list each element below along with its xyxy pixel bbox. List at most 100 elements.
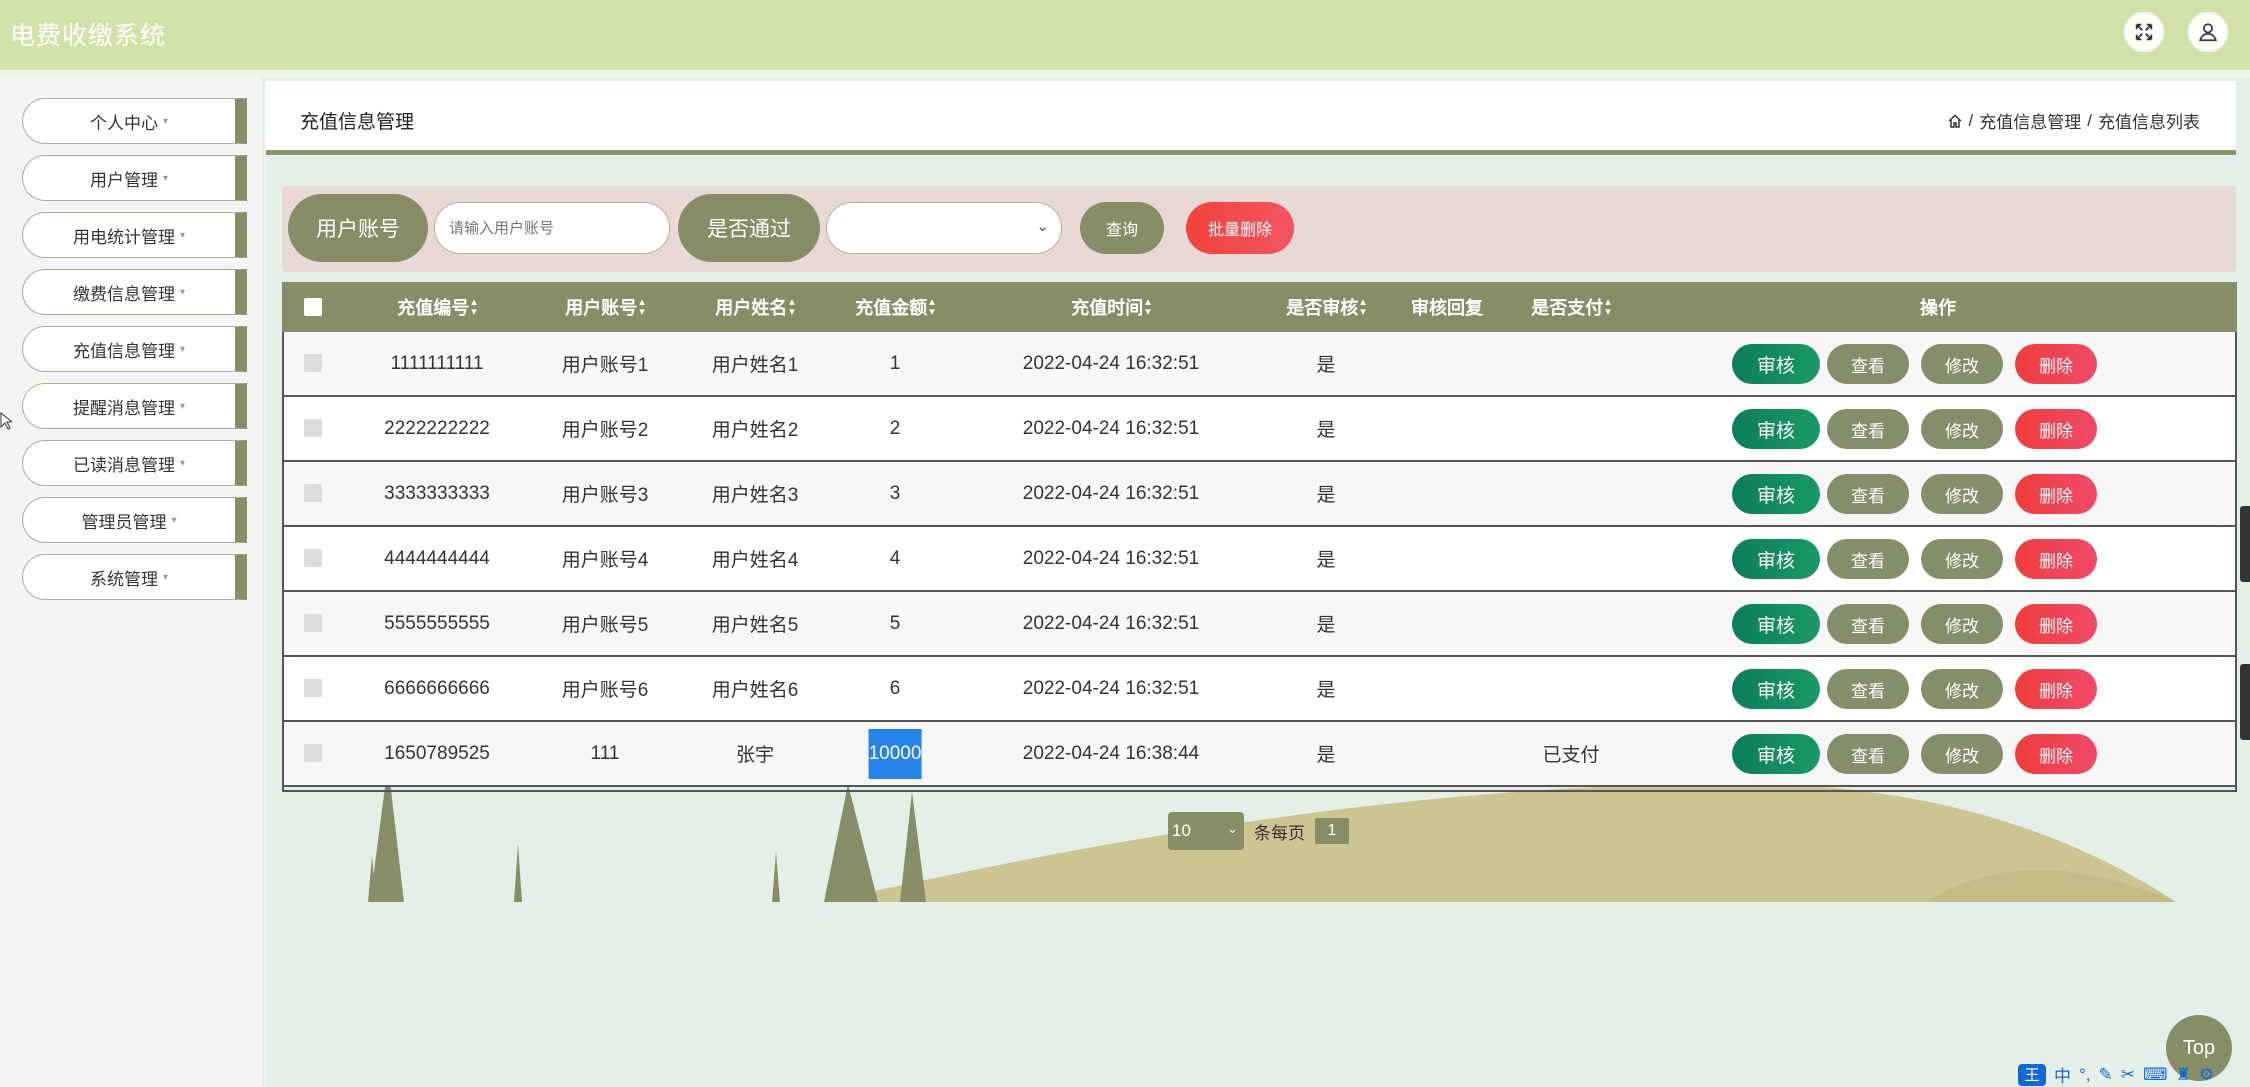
- sidebar-item-system-management[interactable]: 系统管理 ▾: [22, 554, 247, 600]
- page-size-select[interactable]: 10 ⌄: [1168, 812, 1244, 850]
- view-button[interactable]: 查看: [1827, 734, 1909, 774]
- audit-button[interactable]: 审核: [1732, 539, 1820, 579]
- sidebar-item-electricity-stats[interactable]: 用电统计管理 ▾: [22, 212, 247, 258]
- sort-icon[interactable]: ▴ ▾: [929, 297, 935, 318]
- delete-button[interactable]: 删除: [2015, 539, 2097, 579]
- main-content: 充值信息管理 / 充值信息管理 / 充值信息列表 用户账号 是否通过 ⌄ 查询 …: [266, 78, 2250, 1087]
- cell-amount: 6: [889, 677, 901, 699]
- cell-audited: 是: [1316, 420, 1336, 441]
- breadcrumb: / 充值信息管理 / 充值信息列表: [1947, 108, 2200, 133]
- edit-button[interactable]: 修改: [1921, 344, 2003, 384]
- row-checkbox[interactable]: [304, 744, 322, 762]
- sidebar-item-admin-management[interactable]: 管理员管理 ▾: [22, 497, 247, 543]
- view-button[interactable]: 查看: [1827, 344, 1909, 384]
- row-checkbox[interactable]: [304, 484, 322, 502]
- sidebar-item-label: 缴费信息管理: [72, 284, 175, 304]
- sidebar-item-label: 管理员管理: [81, 512, 167, 532]
- sort-icon[interactable]: ▴ ▾: [639, 297, 645, 318]
- audit-button[interactable]: 审核: [1732, 344, 1820, 384]
- row-checkbox[interactable]: [304, 614, 322, 632]
- expand-icon[interactable]: [2124, 12, 2164, 52]
- row-checkbox[interactable]: [304, 549, 322, 567]
- cell-audited: 是: [1316, 680, 1336, 701]
- query-button[interactable]: 查询: [1080, 202, 1164, 254]
- keyboard-icon[interactable]: ⌨: [2143, 1065, 2168, 1085]
- chevron-down-icon: ⌄: [1227, 821, 1238, 836]
- cell-account: 用户账号4: [561, 550, 649, 571]
- column-header-recharge-id[interactable]: 充值编号 ▴ ▾: [397, 282, 477, 332]
- ime-mode-toggle[interactable]: 中: [2054, 1062, 2071, 1087]
- home-icon[interactable]: [1947, 113, 1963, 129]
- edit-button[interactable]: 修改: [1921, 734, 2003, 774]
- scissors-icon[interactable]: ✂: [2121, 1065, 2135, 1085]
- table-header: 充值编号 ▴ ▾ 用户账号 ▴ ▾ 用户姓名 ▴ ▾ 充值金额 ▴ ▾ 充值时间 ▴ ▾ 是否审核 ▴…: [282, 282, 2237, 332]
- sidebar-item-label: 用户管理: [89, 170, 158, 190]
- sidebar-item-label: 已读消息管理: [72, 455, 175, 475]
- edit-button[interactable]: 修改: [1921, 409, 2003, 449]
- row-checkbox[interactable]: [304, 679, 322, 697]
- pen-icon[interactable]: ✎: [2099, 1065, 2113, 1085]
- sidebar-item-reminder-messages[interactable]: 提醒消息管理 ▾: [22, 383, 247, 429]
- cell-time: 2022-04-24 16:32:51: [1022, 677, 1200, 699]
- delete-button[interactable]: 删除: [2015, 669, 2097, 709]
- delete-button[interactable]: 删除: [2015, 409, 2097, 449]
- table-row: 5555555555 用户账号5 用户姓名5 5 2022-04-24 16:32:51…: [282, 592, 2237, 657]
- sort-icon[interactable]: ▴ ▾: [789, 297, 795, 318]
- cell-amount: 4: [889, 547, 901, 569]
- column-header-name[interactable]: 用户姓名 ▴ ▾: [715, 282, 795, 332]
- gear-icon[interactable]: ⚙: [2199, 1065, 2214, 1085]
- page-number-current[interactable]: 1: [1315, 818, 1349, 844]
- view-button[interactable]: 查看: [1827, 474, 1909, 514]
- sort-icon[interactable]: ▴ ▾: [471, 297, 477, 318]
- breadcrumb-item[interactable]: 充值信息管理: [1979, 108, 2081, 133]
- scrollbar-thumb[interactable]: [2240, 506, 2250, 582]
- view-button[interactable]: 查看: [1827, 604, 1909, 644]
- view-button[interactable]: 查看: [1827, 409, 1909, 449]
- sort-icon[interactable]: ▴ ▾: [1605, 297, 1611, 318]
- cell-name: 用户姓名5: [711, 615, 799, 636]
- audit-button[interactable]: 审核: [1732, 474, 1820, 514]
- chevron-down-icon: ▾: [179, 343, 186, 355]
- delete-button[interactable]: 删除: [2015, 604, 2097, 644]
- edit-button[interactable]: 修改: [1921, 604, 2003, 644]
- column-header-audited[interactable]: 是否审核 ▴ ▾: [1286, 282, 1366, 332]
- column-header-time[interactable]: 充值时间 ▴ ▾: [1071, 282, 1151, 332]
- delete-button[interactable]: 删除: [2015, 734, 2097, 774]
- sidebar-item-read-messages[interactable]: 已读消息管理 ▾: [22, 440, 247, 486]
- edit-button[interactable]: 修改: [1921, 474, 2003, 514]
- audit-button[interactable]: 审核: [1732, 734, 1820, 774]
- bulk-delete-button[interactable]: 批量删除: [1186, 202, 1294, 254]
- ime-logo-icon[interactable]: 王: [2018, 1063, 2046, 1086]
- column-header-audit-reply: 审核回复: [1411, 298, 1483, 318]
- user-icon[interactable]: [2188, 12, 2228, 52]
- audit-button[interactable]: 审核: [1732, 604, 1820, 644]
- column-header-account[interactable]: 用户账号 ▴ ▾: [565, 282, 645, 332]
- select-all-checkbox[interactable]: [304, 298, 322, 316]
- approved-filter-select[interactable]: ⌄: [826, 202, 1062, 254]
- view-button[interactable]: 查看: [1827, 539, 1909, 579]
- shirt-icon[interactable]: ♜: [2176, 1065, 2191, 1085]
- column-header-amount[interactable]: 充值金额 ▴ ▾: [855, 282, 935, 332]
- audit-button[interactable]: 审核: [1732, 409, 1820, 449]
- edit-button[interactable]: 修改: [1921, 539, 2003, 579]
- sidebar-item-recharge-info[interactable]: 充值信息管理 ▾: [22, 326, 247, 372]
- sidebar-item-payment-info[interactable]: 缴费信息管理 ▾: [22, 269, 247, 315]
- row-checkbox[interactable]: [304, 419, 322, 437]
- breadcrumb-separator: /: [2087, 110, 2092, 130]
- row-checkbox[interactable]: [304, 354, 322, 372]
- sidebar-item-personal-center[interactable]: 个人中心 ▾: [22, 98, 247, 144]
- mouse-cursor-icon: [0, 412, 12, 430]
- view-button[interactable]: 查看: [1827, 669, 1909, 709]
- punctuation-icon[interactable]: °,: [2079, 1065, 2091, 1085]
- scrollbar-thumb[interactable]: [2240, 664, 2250, 740]
- sort-icon[interactable]: ▴ ▾: [1145, 297, 1151, 318]
- sort-icon[interactable]: ▴ ▾: [1360, 297, 1366, 318]
- chevron-down-icon: ▾: [179, 400, 186, 412]
- delete-button[interactable]: 删除: [2015, 344, 2097, 384]
- edit-button[interactable]: 修改: [1921, 669, 2003, 709]
- column-header-paid[interactable]: 是否支付 ▴ ▾: [1531, 282, 1611, 332]
- delete-button[interactable]: 删除: [2015, 474, 2097, 514]
- sidebar-item-user-management[interactable]: 用户管理 ▾: [22, 155, 247, 201]
- audit-button[interactable]: 审核: [1732, 669, 1820, 709]
- account-search-input[interactable]: [434, 202, 670, 254]
